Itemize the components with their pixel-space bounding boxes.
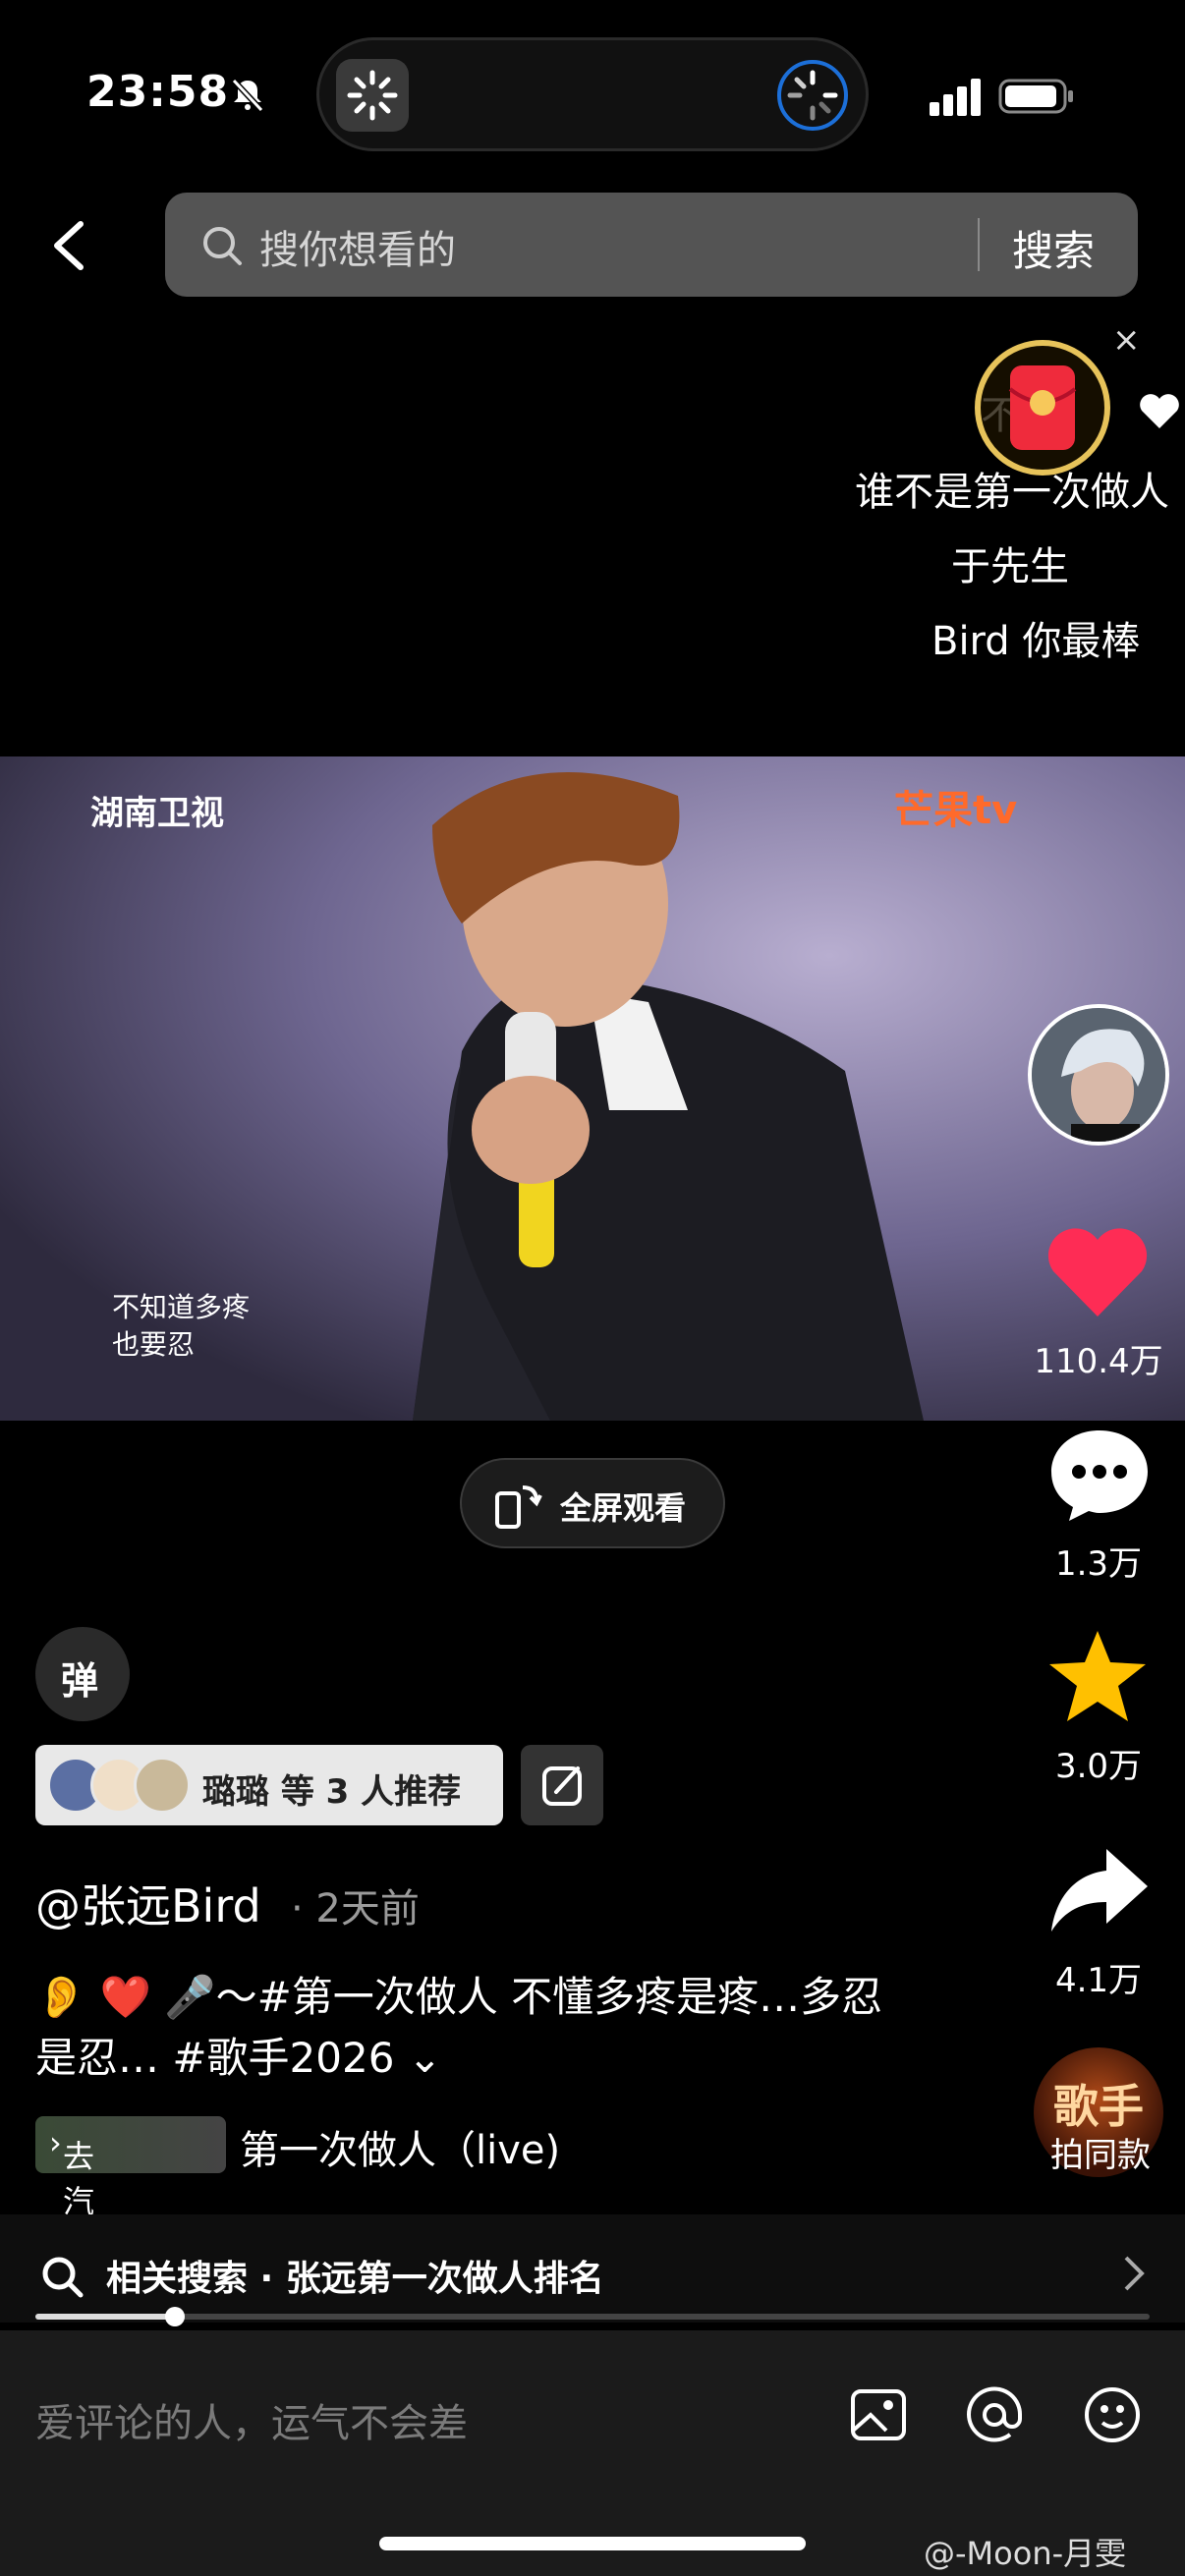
silent-bell-icon xyxy=(231,78,264,113)
heart-danmaku-icon xyxy=(1140,394,1179,428)
cellular-signal-icon xyxy=(930,79,981,116)
weibo-watermark: @-Moon-月雯 xyxy=(924,2535,1127,2572)
rotate-screen-icon xyxy=(495,1485,542,1529)
author-avatar[interactable] xyxy=(1028,1004,1169,1146)
video-progress-fill xyxy=(35,2314,175,2320)
post-time: · 2天前 xyxy=(291,1886,420,1932)
search-input[interactable]: 搜你想看的 xyxy=(259,218,456,275)
danmaku-comment: 谁不是第一次做人 xyxy=(855,470,1169,515)
share-count: 4.1万 xyxy=(1054,1961,1143,2000)
search-icon xyxy=(203,227,242,265)
comment-bubble-icon[interactable] xyxy=(1045,1425,1154,1523)
loading-spinner-icon xyxy=(777,60,848,131)
edit-pencil-icon xyxy=(542,1766,582,1806)
expand-chevron-icon[interactable]: ⌄ xyxy=(408,2034,442,2082)
battery-icon xyxy=(998,79,1073,114)
island-app-icon xyxy=(336,59,409,132)
danmaku-comment: Bird 你最棒 xyxy=(931,619,1141,664)
description-text: 👂 ❤️ 🎤～#第一次做人 不懂多疼是疼…多忍是忍… #歌手2026 xyxy=(35,1973,883,2082)
danmaku-toggle-label: 弹 xyxy=(61,1659,99,1703)
video-progress-track[interactable] xyxy=(35,2314,1150,2320)
subtitle-line: 也要忍 xyxy=(112,1328,196,1361)
search-divider xyxy=(978,218,980,271)
emoji-icon[interactable] xyxy=(1081,2383,1144,2446)
mention-at-icon[interactable] xyxy=(963,2383,1026,2446)
edit-recommend-button[interactable] xyxy=(521,1745,603,1825)
video-subtitle: 不知道多疼 也要忍 xyxy=(112,1289,250,1364)
listen-on-qishui-button[interactable]: 去汽水听 › xyxy=(35,2116,226,2311)
recommender-avatar xyxy=(134,1757,191,1814)
author-name[interactable]: @张远Bird xyxy=(35,1871,261,1935)
share-arrow-icon[interactable] xyxy=(1045,1841,1154,1939)
like-heart-icon[interactable] xyxy=(1044,1222,1152,1320)
song-title[interactable]: 第一次做人（live) xyxy=(240,2118,560,2175)
red-packet-icon[interactable] xyxy=(973,338,1112,477)
search-icon xyxy=(42,2257,84,2298)
chevron-right-icon[interactable] xyxy=(1122,2254,1146,2293)
related-search-text[interactable]: 相关搜索 · 张远第一次做人排名 xyxy=(106,2250,604,2301)
mango-tv-logo: 芒果tv xyxy=(894,788,1018,833)
favorite-star-icon[interactable] xyxy=(1044,1627,1152,1725)
home-indicator[interactable] xyxy=(379,2537,806,2550)
post-description: 👂 ❤️ 🎤～#第一次做人 不懂多疼是疼…多忍是忍… #歌手2026 ⌄ xyxy=(35,1967,920,2089)
comment-count: 1.3万 xyxy=(1054,1544,1143,1584)
singer-badge-text: 歌手 xyxy=(1053,2080,1144,2133)
comment-input[interactable]: 爱评论的人，运气不会差 xyxy=(35,2391,468,2448)
fullscreen-label: 全屏观看 xyxy=(560,1489,687,1527)
danmaku-comment: 于先生 xyxy=(951,544,1069,589)
hunan-tv-logo: 湖南卫视 xyxy=(90,794,224,833)
subtitle-line: 不知道多疼 xyxy=(112,1291,251,1323)
danmaku-toggle-button[interactable]: 弹 xyxy=(35,1627,130,1721)
favorite-count: 3.0万 xyxy=(1054,1747,1143,1786)
search-button[interactable]: 搜索 xyxy=(1012,218,1095,278)
recommend-text: 璐璐 等 3 人推荐 xyxy=(202,1772,462,1812)
like-count: 110.4万 xyxy=(1034,1342,1163,1381)
shoot-same-label[interactable]: 拍同款 xyxy=(1022,2128,1179,2176)
status-time: 23:58 xyxy=(86,67,230,117)
image-icon[interactable] xyxy=(847,2383,910,2446)
video-progress-handle[interactable] xyxy=(165,2307,185,2326)
listen-label: 去汽水听 › xyxy=(49,2124,95,2311)
close-red-packet-button[interactable]: × xyxy=(1112,320,1141,360)
back-arrow-icon[interactable] xyxy=(45,218,94,273)
